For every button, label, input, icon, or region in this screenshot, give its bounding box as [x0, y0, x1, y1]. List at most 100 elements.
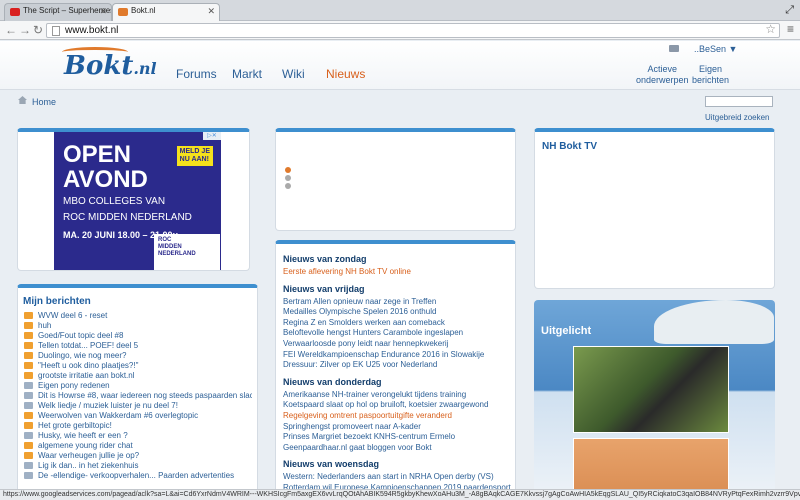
news-link[interactable]: Verwaarloosde pony leidt naar hennepkwek… [283, 339, 508, 350]
back-arrow-icon[interactable]: ← [5, 23, 17, 37]
slider-dot[interactable] [285, 175, 291, 181]
browser-menu-icon[interactable]: ≡ [787, 22, 794, 36]
topic-icon [24, 472, 33, 479]
topic-icon [24, 322, 33, 329]
topic-link: Duolingo, wie nog meer? [38, 351, 127, 360]
home-icon[interactable] [18, 96, 27, 104]
topic-link: Waar verheugen jullie je op? [38, 451, 140, 460]
adchoices-icon[interactable]: ▷✕ [203, 132, 221, 140]
nav-nieuws[interactable]: Nieuws [326, 67, 365, 81]
list-item[interactable]: WVW deel 6 - reset [23, 311, 252, 321]
nav-markt[interactable]: Markt [232, 67, 262, 81]
list-item[interactable]: huh [23, 321, 252, 331]
topic-icon [24, 312, 33, 319]
topic-icon [24, 342, 33, 349]
news-link[interactable]: Dressuur: Zilver op EK U25 voor Nederlan… [283, 360, 508, 371]
topic-link: Welk liedje / muziek luister je nu deel … [38, 401, 178, 410]
page-icon [52, 26, 60, 36]
topic-link: Goed/Fout topic deel #8 [38, 331, 124, 340]
topic-icon [24, 442, 33, 449]
news-link[interactable]: Amerikaanse NH-trainer verongelukt tijde… [283, 390, 508, 401]
topic-link: Husky, wie heeft er een ? [38, 431, 128, 440]
site-logo[interactable]: Bokt.nl [64, 51, 157, 81]
browser-tab-bokt[interactable]: Bokt.nl ✕ [112, 3, 220, 21]
topic-link: Weerwolven van Wakkerdam #6 overlegtopic [38, 411, 199, 420]
list-item[interactable]: Waar verheugen jullie je op? [23, 451, 252, 461]
list-item[interactable]: algemene young rider chat [23, 441, 252, 451]
reload-icon[interactable]: ↻ [33, 23, 43, 37]
topic-icon [24, 382, 33, 389]
list-item[interactable]: Weerwolven van Wakkerdam #6 overlegtopic [23, 411, 252, 421]
topic-link: "Heeft u ook dino plaatjes?!" [38, 361, 139, 370]
tab-title: Bokt.nl [131, 6, 156, 15]
horse-head-image [654, 300, 774, 344]
slider-panel [275, 128, 516, 231]
news-link[interactable]: Koetspaard slaat op hol op bruiloft, koe… [283, 400, 508, 411]
eigen-berichten-link[interactable]: Eigen berichten [692, 64, 729, 86]
close-tab-icon[interactable]: ✕ [207, 6, 215, 17]
topic-icon [24, 422, 33, 429]
news-link[interactable]: Regina Z en Smolders werken aan comeback [283, 318, 508, 329]
mail-icon[interactable] [669, 45, 679, 52]
list-item[interactable]: Eigen pony redenen [23, 381, 252, 391]
status-bar: https://www.googleadservices.com/pagead/… [0, 489, 800, 500]
list-item[interactable]: grootste irritatie aan bokt.nl [23, 371, 252, 381]
news-day-heading: Nieuws van vrijdag [283, 283, 365, 294]
list-item[interactable]: Lig ik dan.. in het ziekenhuis [23, 461, 252, 471]
topic-icon [24, 402, 33, 409]
user-menu[interactable]: ..BeSen ▼ [694, 44, 737, 54]
browser-tab-superheroes[interactable]: The Script – Superheroes ✕ [4, 3, 112, 21]
list-item[interactable]: Goed/Fout topic deel #8 [23, 331, 252, 341]
list-item[interactable]: De -ellendige- verkoopverhalen... Paarde… [23, 471, 252, 481]
bokt-favicon-icon [118, 8, 128, 16]
news-link[interactable]: Springhengst promoveert naar A-kader [283, 422, 508, 433]
nav-forums[interactable]: Forums [176, 67, 217, 81]
nav-wiki[interactable]: Wiki [282, 67, 305, 81]
news-link[interactable]: FEI Wereldkampioenschap Endurance 2016 i… [283, 350, 508, 361]
topic-icon [24, 462, 33, 469]
slider-dot[interactable] [285, 183, 291, 189]
list-item[interactable]: Dit is Howrse #8, waar iedereen nog stee… [23, 391, 252, 401]
list-item[interactable]: Welk liedje / muziek luister je nu deel … [23, 401, 252, 411]
forward-arrow-icon[interactable]: → [19, 23, 31, 37]
slider-dot[interactable] [285, 167, 291, 173]
window-maximize-icon[interactable]: ⤢ [785, 4, 794, 17]
news-link[interactable]: Beloftevolle hengst Hunters Carambole in… [283, 328, 508, 339]
news-link[interactable]: Regelgeving omtrent paspoortuitgifte ver… [283, 411, 508, 422]
topic-link: WVW deel 6 - reset [38, 311, 108, 320]
actieve-onderwerpen-link[interactable]: Actieve onderwerpen [636, 64, 689, 86]
search-input[interactable] [705, 96, 773, 107]
news-link[interactable]: Prinses Margriet bezoekt KNHS-centrum Er… [283, 432, 508, 443]
browser-tabbar: The Script – Superheroes ✕ Bokt.nl ✕ ⤢ [0, 0, 800, 21]
list-item[interactable]: "Heeft u ook dino plaatjes?!" [23, 361, 252, 371]
list-item[interactable]: Tellen totdat... POEF! deel 5 [23, 341, 252, 351]
advertisement[interactable]: OPEN AVOND MBO COLLEGES VAN ROC MIDDEN N… [54, 132, 221, 270]
topic-link: huh [38, 321, 52, 330]
advanced-search-link[interactable]: Uitgebreid zoeken [705, 113, 769, 122]
news-link[interactable]: Eerste aflevering NH Bokt TV online [283, 267, 508, 278]
topic-icon [24, 392, 33, 399]
link-line: Actieve [647, 64, 678, 74]
news-day-heading: Nieuws van zondag [283, 254, 367, 264]
link-line: Eigen [699, 64, 723, 74]
breadcrumb[interactable]: Home [32, 97, 56, 107]
nh-bokt-tv-panel: NH Bokt TV [534, 128, 775, 289]
roc-line: NEDERLAND [158, 251, 196, 257]
topic-icon [24, 372, 33, 379]
topic-icon [24, 332, 33, 339]
topic-icon [24, 362, 33, 369]
news-link[interactable]: Bertram Allen opnieuw naar zege in Treff… [283, 297, 508, 308]
news-link[interactable]: Geenpaardhaar.nl gaat bloggen voor Bokt [283, 443, 508, 454]
address-bar[interactable]: www.bokt.nl [46, 23, 780, 38]
topic-link: algemene young rider chat [38, 441, 133, 450]
close-tab-icon[interactable]: ✕ [99, 6, 107, 17]
featured-photo-rider[interactable] [573, 346, 729, 433]
news-link[interactable]: Western: Nederlanders aan start in NRHA … [283, 472, 508, 483]
news-link[interactable]: Medailles Olympische Spelen 2016 onthuld [283, 307, 508, 318]
bookmark-star-icon[interactable]: ☆ [765, 22, 776, 36]
list-item[interactable]: Het grote gerbiltopic! [23, 421, 252, 431]
topic-link: Lig ik dan.. in het ziekenhuis [38, 461, 139, 470]
ad-sub-1: MBO COLLEGES VAN [63, 196, 166, 207]
list-item[interactable]: Duolingo, wie nog meer? [23, 351, 252, 361]
list-item[interactable]: Husky, wie heeft er een ? [23, 431, 252, 441]
